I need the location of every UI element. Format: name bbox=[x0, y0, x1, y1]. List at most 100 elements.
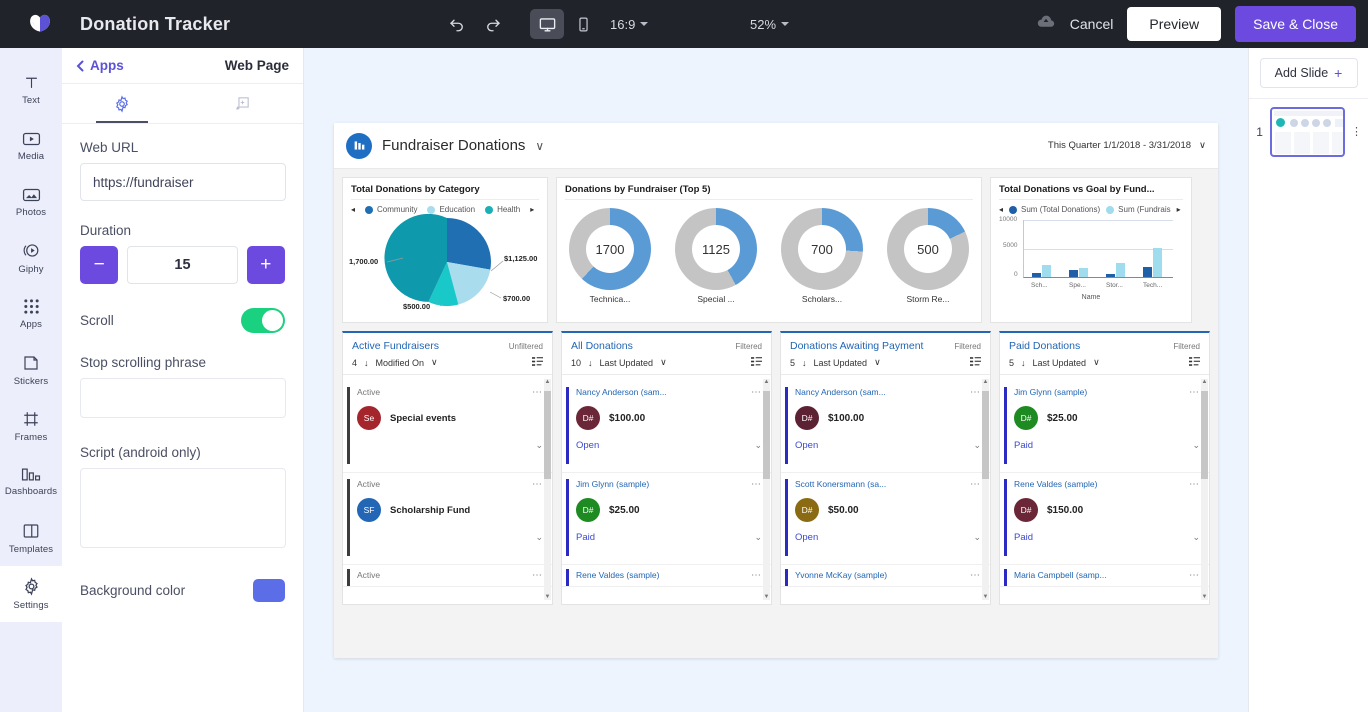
list-item[interactable]: Active ⋯ Se Special events ⌄ bbox=[343, 381, 552, 473]
list-item-partial[interactable]: Rene Valdes (sample) ⋯ bbox=[562, 565, 771, 587]
more-icon[interactable]: ⋯ bbox=[970, 479, 981, 490]
save-and-close-button[interactable]: Save & Close bbox=[1235, 6, 1356, 42]
list-item-partial[interactable]: Active ⋯ bbox=[343, 565, 552, 587]
sidebar-item-media[interactable]: Media bbox=[0, 118, 62, 174]
dashboard-title-chevron-down-icon[interactable]: ∨ bbox=[535, 139, 544, 153]
more-icon[interactable]: ⋯ bbox=[1189, 387, 1200, 398]
more-icon[interactable]: ⋯ bbox=[970, 570, 981, 581]
sidebar-item-giphy[interactable]: Giphy bbox=[0, 230, 62, 286]
chevron-down-icon[interactable]: ∨ bbox=[1093, 357, 1100, 368]
chevron-down-icon[interactable]: ⌄ bbox=[535, 440, 543, 451]
cancel-button[interactable]: Cancel bbox=[1070, 16, 1114, 32]
sidebar-item-text[interactable]: Text bbox=[0, 62, 62, 118]
list-item[interactable]: Nancy Anderson (sam... ⋯ D# $100.00 Open… bbox=[781, 381, 990, 473]
sidebar-item-stickers[interactable]: Stickers bbox=[0, 342, 62, 398]
list-view-icon[interactable] bbox=[532, 357, 543, 368]
chevron-down-icon[interactable]: ∨ bbox=[660, 357, 667, 368]
scrollbar-thumb[interactable] bbox=[1201, 391, 1208, 479]
list-scrollbar[interactable]: ▲ ▼ bbox=[544, 379, 551, 600]
duration-increment-button[interactable]: + bbox=[246, 246, 285, 284]
list-view-icon[interactable] bbox=[970, 357, 981, 368]
arrow-right-icon[interactable]: ▸ bbox=[530, 205, 534, 214]
more-icon[interactable]: ⋯ bbox=[970, 387, 981, 398]
list-item[interactable]: Active ⋯ SF Scholarship Fund ⌄ bbox=[343, 473, 552, 565]
list-scrollbar[interactable]: ▲ ▼ bbox=[763, 379, 770, 600]
list-title[interactable]: All Donations bbox=[571, 340, 633, 352]
arrow-down-icon[interactable]: ↓ bbox=[802, 358, 807, 368]
mobile-icon[interactable] bbox=[566, 9, 600, 39]
item-name[interactable]: Rene Valdes (sample) bbox=[576, 570, 659, 580]
scroll-toggle[interactable] bbox=[241, 308, 285, 333]
scrollbar-thumb[interactable] bbox=[763, 391, 770, 479]
list-item[interactable]: Scott Konersmann (sa... ⋯ D# $50.00 Open… bbox=[781, 473, 990, 565]
item-name[interactable]: Nancy Anderson (sam... bbox=[795, 387, 886, 397]
chevron-down-icon[interactable]: ⌄ bbox=[754, 532, 762, 543]
list-item-partial[interactable]: Maria Campbell (samp... ⋯ bbox=[1000, 565, 1209, 587]
sidebar-item-dashboards[interactable]: Dashboards bbox=[0, 454, 62, 510]
date-range-selector[interactable]: This Quarter 1/1/2018 - 3/31/2018 ∨ bbox=[1048, 140, 1206, 151]
scrollbar-thumb[interactable] bbox=[982, 391, 989, 479]
list-item-partial[interactable]: Yvonne McKay (sample) ⋯ bbox=[781, 565, 990, 587]
list-item[interactable]: Jim Glynn (sample) ⋯ D# $25.00 Paid ⌄ bbox=[1000, 381, 1209, 473]
chevron-down-icon[interactable]: ⌄ bbox=[1192, 532, 1200, 543]
preview-button[interactable]: Preview bbox=[1127, 7, 1222, 41]
list-title[interactable]: Paid Donations bbox=[1009, 340, 1080, 352]
list-sort-field[interactable]: Last Updated bbox=[1033, 358, 1087, 368]
chevron-down-icon[interactable]: ⌄ bbox=[535, 532, 543, 543]
chevron-down-icon[interactable]: ∨ bbox=[431, 357, 438, 368]
background-color-swatch[interactable] bbox=[253, 579, 285, 602]
arrow-left-icon[interactable]: ◂ bbox=[351, 205, 355, 214]
item-name[interactable]: Yvonne McKay (sample) bbox=[795, 570, 887, 580]
sidebar-item-photos[interactable]: Photos bbox=[0, 174, 62, 230]
more-icon[interactable]: ⋯ bbox=[532, 387, 543, 398]
list-view-icon[interactable] bbox=[751, 357, 762, 368]
list-scrollbar[interactable]: ▲ ▼ bbox=[1201, 379, 1208, 600]
list-item[interactable]: Rene Valdes (sample) ⋯ D# $150.00 Paid ⌄ bbox=[1000, 473, 1209, 565]
more-icon[interactable]: ⋯ bbox=[1189, 570, 1200, 581]
arrow-right-icon[interactable]: ▸ bbox=[1177, 205, 1181, 214]
desktop-icon[interactable] bbox=[530, 9, 564, 39]
list-view-icon[interactable] bbox=[1189, 357, 1200, 368]
item-name[interactable]: Jim Glynn (sample) bbox=[1014, 387, 1087, 397]
sidebar-item-apps[interactable]: Apps bbox=[0, 286, 62, 342]
redo-icon[interactable] bbox=[476, 7, 510, 41]
chevron-down-icon[interactable]: ∨ bbox=[874, 357, 881, 368]
list-item[interactable]: Jim Glynn (sample) ⋯ D# $25.00 Paid ⌄ bbox=[562, 473, 771, 565]
app-logo[interactable] bbox=[0, 0, 80, 48]
more-icon[interactable]: ⋯ bbox=[532, 479, 543, 490]
arrow-down-icon[interactable]: ↓ bbox=[588, 358, 593, 368]
tab-animation[interactable] bbox=[183, 84, 304, 123]
more-icon[interactable]: ⋯ bbox=[1189, 479, 1200, 490]
arrow-down-icon[interactable]: ↓ bbox=[364, 358, 369, 368]
arrow-down-icon[interactable]: ↓ bbox=[1021, 358, 1026, 368]
item-name[interactable]: Scott Konersmann (sa... bbox=[795, 479, 886, 489]
list-title[interactable]: Active Fundraisers bbox=[352, 340, 439, 352]
script-input[interactable] bbox=[80, 468, 286, 548]
item-name[interactable]: Rene Valdes (sample) bbox=[1014, 479, 1097, 489]
list-item[interactable]: Nancy Anderson (sam... ⋯ D# $100.00 Open… bbox=[562, 381, 771, 473]
stop-phrase-input[interactable] bbox=[80, 378, 286, 418]
back-to-apps-button[interactable]: Apps bbox=[76, 58, 124, 73]
item-name[interactable]: Maria Campbell (samp... bbox=[1014, 570, 1107, 580]
web-url-input[interactable] bbox=[80, 163, 286, 201]
sidebar-item-frames[interactable]: Frames bbox=[0, 398, 62, 454]
add-slide-button[interactable]: Add Slide + bbox=[1259, 58, 1358, 88]
undo-icon[interactable] bbox=[440, 7, 474, 41]
more-icon[interactable]: ⋯ bbox=[532, 570, 543, 581]
list-scrollbar[interactable]: ▲ ▼ bbox=[982, 379, 989, 600]
more-icon[interactable]: ⋯ bbox=[751, 570, 762, 581]
list-sort-field[interactable]: Modified On bbox=[376, 358, 425, 368]
sidebar-item-settings[interactable]: Settings bbox=[0, 566, 62, 622]
kebab-menu-icon[interactable]: ⋮ bbox=[1351, 127, 1362, 138]
item-name[interactable]: Jim Glynn (sample) bbox=[576, 479, 649, 489]
slide-thumbnail[interactable] bbox=[1270, 107, 1345, 157]
chevron-down-icon[interactable]: ⌄ bbox=[1192, 440, 1200, 451]
list-sort-field[interactable]: Last Updated bbox=[600, 358, 654, 368]
arrow-left-icon[interactable]: ◂ bbox=[999, 205, 1003, 214]
chevron-down-icon[interactable]: ⌄ bbox=[754, 440, 762, 451]
zoom-selector[interactable]: 52% bbox=[750, 0, 790, 48]
duration-value[interactable]: 15 bbox=[127, 246, 238, 284]
tab-settings[interactable] bbox=[62, 84, 183, 123]
list-sort-field[interactable]: Last Updated bbox=[814, 358, 868, 368]
aspect-ratio-selector[interactable]: 16:9 bbox=[610, 17, 649, 32]
